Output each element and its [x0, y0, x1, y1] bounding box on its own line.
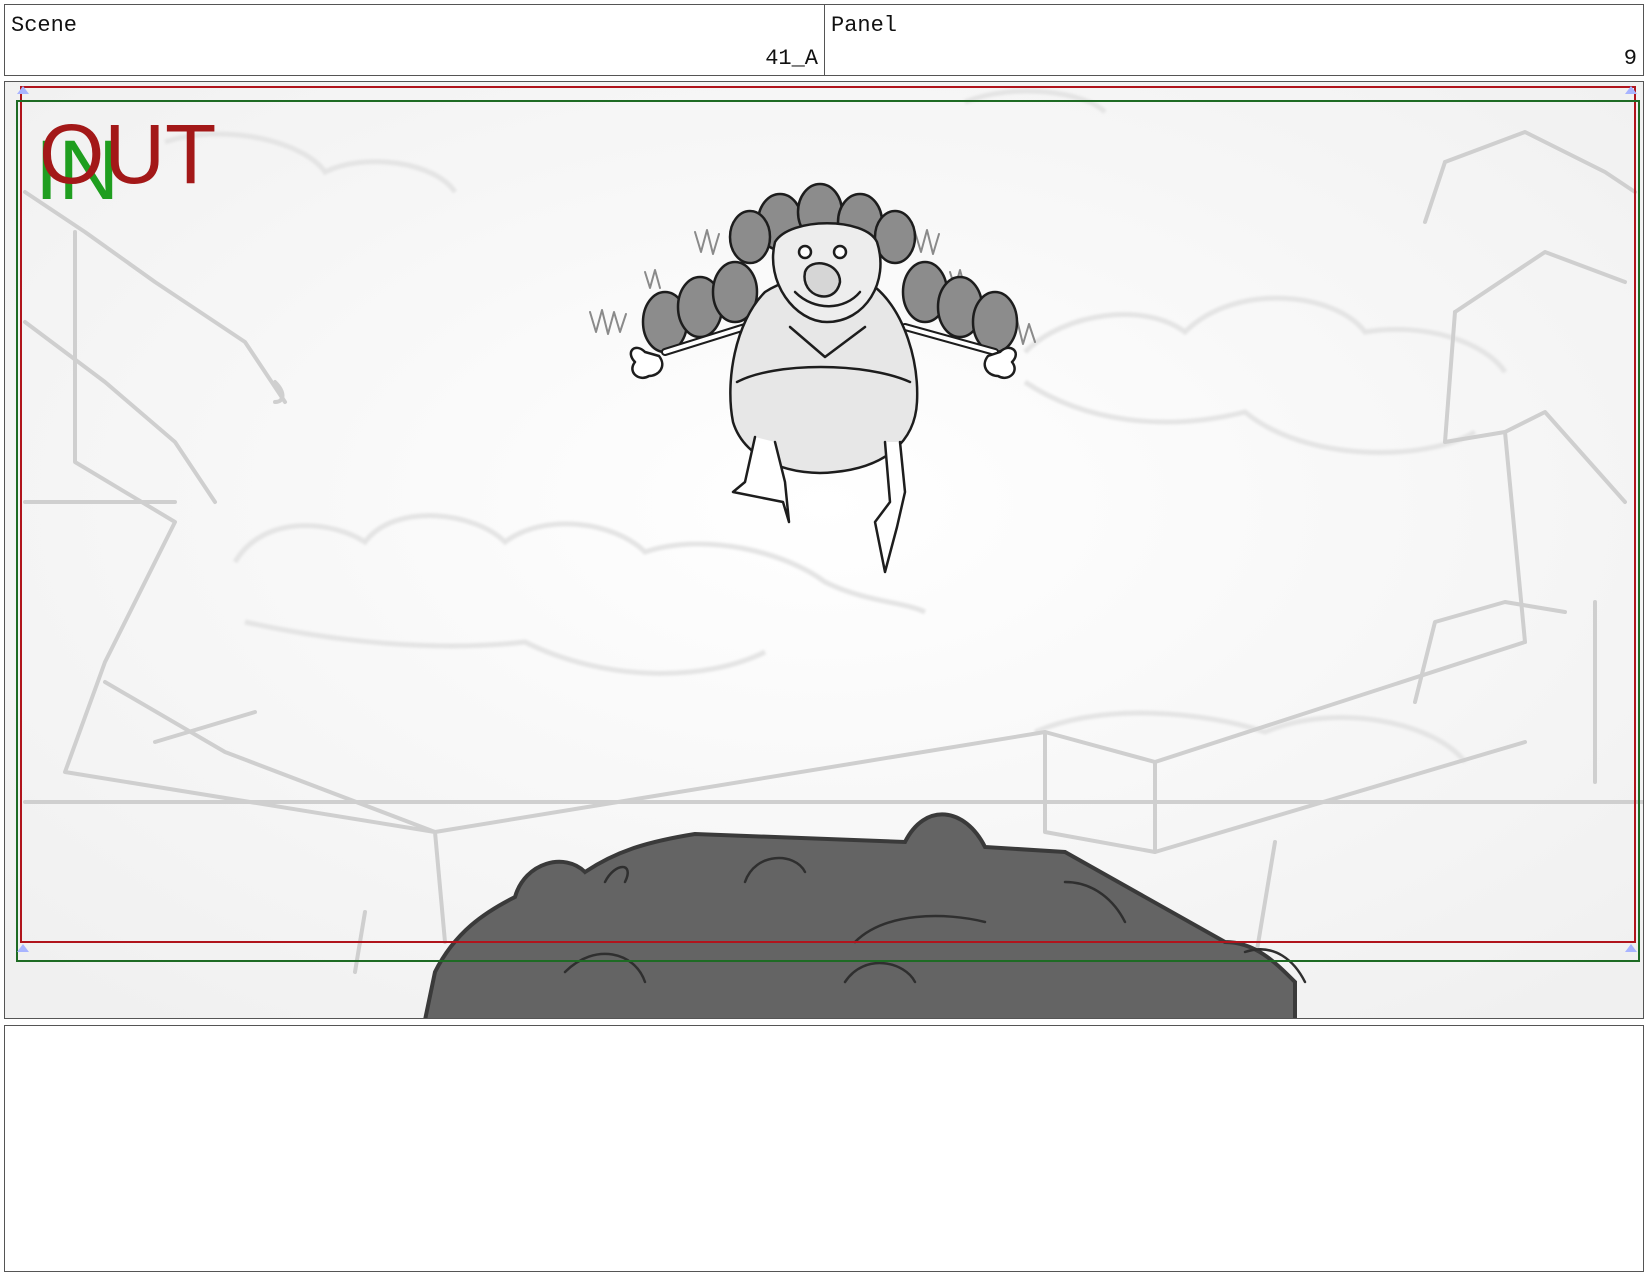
- panel-field: Panel 9: [824, 4, 1644, 76]
- scene-field: Scene 41_A: [4, 4, 825, 76]
- panel-value: 9: [1623, 46, 1637, 71]
- scene-value: 41_A: [765, 46, 818, 71]
- notes-area[interactable]: [4, 1025, 1644, 1272]
- storyboard-panel: IN OUT: [4, 81, 1644, 1019]
- storyboard-drawing: [5, 82, 1643, 1018]
- out-marker: OUT: [39, 107, 217, 201]
- panel-label: Panel: [831, 13, 898, 38]
- scene-label: Scene: [11, 13, 78, 38]
